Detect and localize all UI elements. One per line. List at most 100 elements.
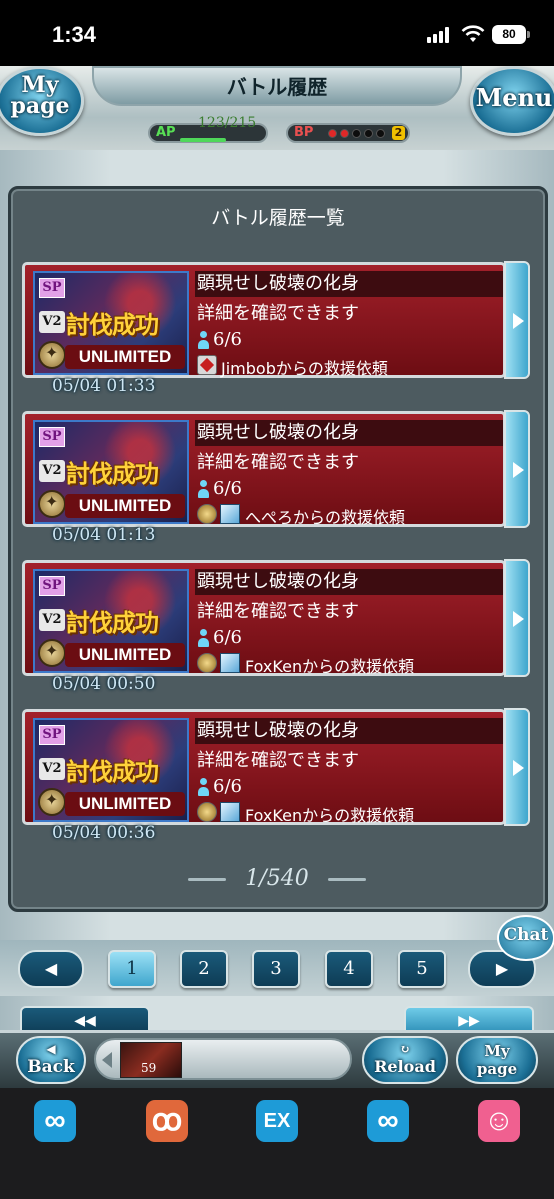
mypage-button[interactable]: My page xyxy=(0,66,84,136)
assist-item-icon[interactable]: 59 xyxy=(120,1042,182,1078)
bp-dot xyxy=(328,129,337,138)
v2-badge: V2 xyxy=(39,609,65,631)
result-text: 討伐成功 xyxy=(66,310,159,339)
entry-date: 05/04 00:36 xyxy=(52,823,156,843)
page-1-button[interactable]: 1 xyxy=(108,950,156,988)
result-text: 討伐成功 xyxy=(66,459,159,488)
participant-icon xyxy=(197,629,209,647)
v2-badge: V2 xyxy=(39,311,65,333)
entry-date: 05/04 00:50 xyxy=(52,674,156,694)
status-bar: 1:34 80 xyxy=(0,0,554,66)
entry-card[interactable]: SP V2討伐成功 UNLIMITED 顕現せし破壊の化身詳細を確認できます 6/6へぺ… xyxy=(22,411,506,527)
battery-indicator: 80 xyxy=(492,25,526,44)
participant-count: 6/6 xyxy=(213,776,242,797)
participant-count: 6/6 xyxy=(213,478,242,499)
entry-detail: 詳細を確認できます xyxy=(197,452,359,473)
infinity-app-icon[interactable]: ∞ xyxy=(34,1100,76,1142)
request-icon xyxy=(197,355,217,375)
assist-item-tray[interactable]: 59 xyxy=(94,1038,352,1080)
footer-mypage-button[interactable]: My page xyxy=(456,1036,538,1084)
tray-arrow-icon xyxy=(102,1052,112,1068)
chat-button[interactable]: Chat xyxy=(497,915,554,961)
raid-name: 顕現せし破壊の化身 xyxy=(195,420,503,446)
difficulty-label: UNLIMITED xyxy=(65,494,185,518)
sp-badge: SP xyxy=(39,576,65,596)
bp-label: BP xyxy=(294,125,314,140)
raid-thumbnail: SP V2討伐成功 UNLIMITED xyxy=(33,271,189,375)
infinity-app-icon-2[interactable]: ∞ xyxy=(367,1100,409,1142)
battle-entry[interactable]: SP V2討伐成功 UNLIMITED 顕現せし破壊の化身詳細を確認できます 6/6へぺ… xyxy=(22,410,530,547)
title-plate: バトル履歴 xyxy=(92,66,462,106)
request-source: へぺろからの救援依頼 xyxy=(245,508,406,527)
leaf-app-icon[interactable]: ꝏ xyxy=(146,1100,188,1142)
bp-dot xyxy=(364,129,373,138)
difficulty-icon xyxy=(38,639,66,667)
reload-button[interactable]: ↻ Reload xyxy=(362,1036,448,1084)
skill-icon xyxy=(220,802,240,822)
entry-card[interactable]: SP V2討伐成功 UNLIMITED 顕現せし破壊の化身詳細を確認できます 6/6Fo… xyxy=(22,560,506,676)
guild-emblem-icon xyxy=(197,802,217,822)
page-4-button[interactable]: 4 xyxy=(325,950,373,988)
entry-card[interactable]: SP V2討伐成功 UNLIMITED 顕現せし破壊の化身詳細を確認できます 6/6 Ji… xyxy=(22,262,506,378)
entry-arrow-button[interactable] xyxy=(504,708,530,826)
footer-mypage-label: My page xyxy=(476,1042,518,1078)
assist-item-count: 59 xyxy=(141,1061,157,1075)
entry-arrow-button[interactable] xyxy=(504,261,530,379)
participant-icon xyxy=(197,778,209,796)
participant-count: 6/6 xyxy=(213,627,242,648)
signal-icon xyxy=(427,27,453,43)
difficulty-icon xyxy=(38,788,66,816)
request-source: FoxKenからの救援依頼 xyxy=(245,806,415,825)
participant-icon xyxy=(197,480,209,498)
reload-icon: ↻ xyxy=(399,1042,411,1056)
entry-arrow-button[interactable] xyxy=(504,410,530,528)
raid-name: 顕現せし破壊の化身 xyxy=(195,718,503,744)
mypage-button-label: My page xyxy=(10,72,70,119)
raid-thumbnail: SP V2討伐成功 UNLIMITED xyxy=(33,420,189,524)
panel-title: バトル履歴一覧 xyxy=(211,207,345,229)
entry-detail: 詳細を確認できます xyxy=(197,750,359,771)
entry-card[interactable]: SP V2討伐成功 UNLIMITED 顕現せし破壊の化身詳細を確認できます 6/6Fo… xyxy=(22,709,506,825)
result-text: 討伐成功 xyxy=(66,757,159,786)
ap-fill xyxy=(180,138,226,142)
entry-detail: 詳細を確認できます xyxy=(197,601,359,622)
ap-label: AP xyxy=(156,125,176,140)
page-3-button[interactable]: 3 xyxy=(252,950,300,988)
page-indicator: 1/540 xyxy=(245,866,309,891)
entry-detail: 詳細を確認できます xyxy=(197,303,359,324)
battery-tip-icon xyxy=(527,31,530,38)
character-app-icon[interactable]: ☺ xyxy=(478,1100,520,1142)
bp-dot xyxy=(340,129,349,138)
difficulty-icon xyxy=(38,341,66,369)
page-2-button[interactable]: 2 xyxy=(180,950,228,988)
game-header: バトル履歴 My page Menu AP 123/215 BP 2 xyxy=(0,66,554,152)
guild-emblem-icon xyxy=(197,653,217,673)
ex-app-icon[interactable]: EX xyxy=(256,1100,298,1142)
raid-name: 顕現せし破壊の化身 xyxy=(195,569,503,595)
entry-arrow-button[interactable] xyxy=(504,559,530,677)
battle-entry[interactable]: SP V2討伐成功 UNLIMITED 顕現せし破壊の化身詳細を確認できます 6/6Fo… xyxy=(22,708,530,845)
reload-button-label: Reload xyxy=(374,1057,436,1076)
page-title: バトル履歴 xyxy=(226,75,328,99)
result-text: 討伐成功 xyxy=(66,608,159,637)
bp-dot xyxy=(376,129,385,138)
difficulty-label: UNLIMITED xyxy=(65,643,185,667)
entry-date: 05/04 01:13 xyxy=(52,525,156,545)
sp-badge: SP xyxy=(39,725,65,745)
menu-button[interactable]: Menu xyxy=(470,66,554,136)
v2-badge: V2 xyxy=(39,758,65,780)
battle-entry[interactable]: SP V2討伐成功 UNLIMITED 顕現せし破壊の化身詳細を確認できます 6/6Fo… xyxy=(22,559,530,696)
battle-entry[interactable]: SP V2討伐成功 UNLIMITED 顕現せし破壊の化身詳細を確認できます 6/6 Ji… xyxy=(22,261,530,398)
page-5-button[interactable]: 5 xyxy=(398,950,446,988)
bp-dot xyxy=(352,129,361,138)
back-button[interactable]: ◀ Back xyxy=(16,1036,86,1084)
difficulty-label: UNLIMITED xyxy=(65,345,185,369)
raid-thumbnail: SP V2討伐成功 UNLIMITED xyxy=(33,569,189,673)
prev-page-button[interactable]: ◀ xyxy=(18,950,84,988)
menu-button-label: Menu xyxy=(475,83,553,112)
wifi-icon xyxy=(461,25,485,42)
sp-badge: SP xyxy=(39,278,65,298)
v2-badge: V2 xyxy=(39,460,65,482)
sp-badge: SP xyxy=(39,427,65,447)
ap-value: 123/215 xyxy=(198,115,257,131)
